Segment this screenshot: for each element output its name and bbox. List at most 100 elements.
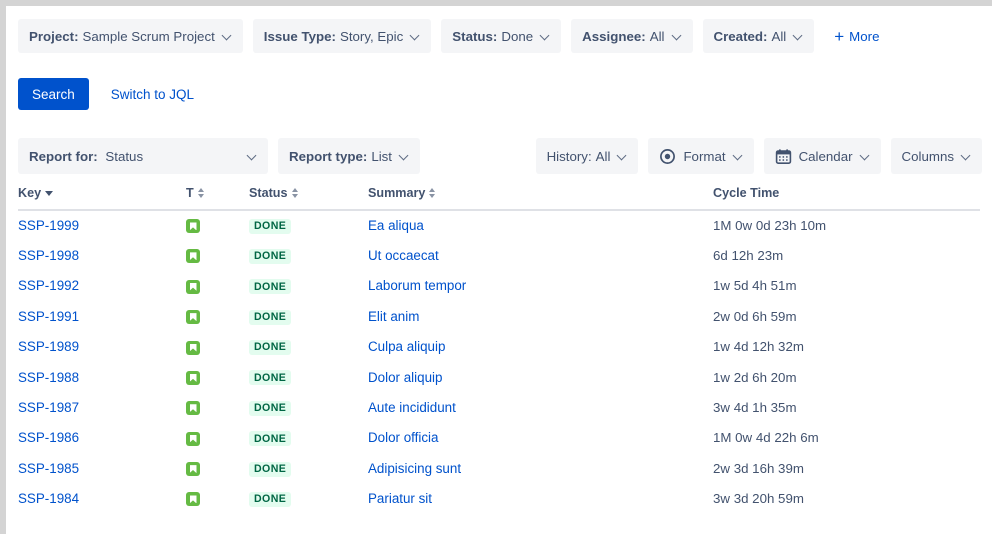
calendar-label: Calendar	[798, 148, 853, 164]
cell-type	[186, 271, 249, 301]
issue-summary-link[interactable]: Adipisicing sunt	[368, 461, 461, 476]
filter-project-label: Project:	[29, 28, 79, 44]
cell-summary: Elit anim	[368, 301, 713, 331]
cell-key: SSP-1985	[18, 453, 186, 483]
cell-summary: Pariatur sit	[368, 484, 713, 514]
issue-summary-link[interactable]: Ut occaecat	[368, 248, 439, 263]
cell-type	[186, 362, 249, 392]
status-badge: DONE	[249, 309, 292, 325]
issue-summary-link[interactable]: Laborum tempor	[368, 278, 466, 293]
story-icon	[186, 431, 200, 446]
cell-status: DONE	[249, 301, 368, 331]
filter-issue-type[interactable]: Issue Type: Story, Epic	[252, 19, 432, 53]
chevron-down-icon	[248, 152, 257, 161]
report-for-value: Status	[105, 148, 144, 164]
table-row: SSP-1999 DONE Ea aliqua 1M 0w 0d 23h 10m	[18, 210, 980, 240]
filter-assignee[interactable]: Assignee: All	[571, 19, 693, 53]
cell-status: DONE	[249, 423, 368, 453]
cell-cycle-time: 3w 4d 1h 35m	[713, 392, 980, 422]
calendar-dropdown[interactable]: Calendar	[763, 138, 881, 174]
column-header-type-label: T	[186, 186, 194, 200]
column-header-status[interactable]: Status	[249, 186, 368, 211]
filter-bar: Project: Sample Scrum Project Issue Type…	[6, 6, 992, 53]
issue-key-link[interactable]: SSP-1988	[18, 370, 79, 385]
column-header-cycle-time-label: Cycle Time	[713, 186, 780, 200]
cell-cycle-time: 2w 0d 6h 59m	[713, 301, 980, 331]
cell-cycle-time: 2w 3d 16h 39m	[713, 453, 980, 483]
issue-key-link[interactable]: SSP-1985	[18, 461, 79, 476]
issue-key-link[interactable]: SSP-1987	[18, 400, 79, 415]
issue-summary-link[interactable]: Elit anim	[368, 309, 419, 324]
cell-type	[186, 453, 249, 483]
cycle-time-value: 2w 0d 6h 59m	[713, 308, 797, 324]
cell-cycle-time: 1M 0w 4d 22h 6m	[713, 423, 980, 453]
chevron-down-icon	[400, 152, 409, 161]
cell-cycle-time: 1w 5d 4h 51m	[713, 271, 980, 301]
more-filters-label: More	[849, 28, 880, 44]
issue-summary-link[interactable]: Dolor aliquip	[368, 370, 442, 385]
column-header-summary[interactable]: Summary	[368, 186, 713, 211]
issue-key-link[interactable]: SSP-1991	[18, 309, 79, 324]
filter-project[interactable]: Project: Sample Scrum Project	[18, 19, 243, 53]
story-icon	[186, 219, 200, 234]
cycle-time-value: 6d 12h 23m	[713, 248, 784, 264]
cell-key: SSP-1999	[18, 210, 186, 240]
switch-to-jql-link[interactable]: Switch to JQL	[111, 87, 194, 102]
filter-project-value: Sample Scrum Project	[82, 28, 215, 44]
cell-type	[186, 301, 249, 331]
cell-key: SSP-1986	[18, 423, 186, 453]
column-header-type[interactable]: T	[186, 186, 249, 211]
status-badge: DONE	[249, 431, 292, 447]
cell-summary: Culpa aliquip	[368, 332, 713, 362]
issue-key-link[interactable]: SSP-1992	[18, 278, 79, 293]
status-badge: DONE	[249, 279, 292, 295]
table-row: SSP-1991 DONE Elit anim 2w 0d 6h 59m	[18, 301, 980, 331]
table-row: SSP-1989 DONE Culpa aliquip 1w 4d 12h 32m	[18, 332, 980, 362]
table-body: SSP-1999 DONE Ea aliqua 1M 0w 0d 23h 10m SSP…	[18, 210, 980, 514]
columns-label: Columns	[901, 148, 954, 164]
column-header-cycle-time[interactable]: Cycle Time	[713, 186, 980, 211]
column-header-key[interactable]: Key	[18, 186, 186, 211]
search-button[interactable]: Search	[18, 78, 89, 110]
issue-key-link[interactable]: SSP-1989	[18, 339, 79, 354]
cell-summary: Dolor aliquip	[368, 362, 713, 392]
format-dropdown[interactable]: Format	[648, 138, 754, 174]
history-dropdown[interactable]: History: All	[535, 138, 639, 174]
table-row: SSP-1998 DONE Ut occaecat 6d 12h 23m	[18, 240, 980, 270]
search-actions-row: Search Switch to JQL	[6, 53, 992, 110]
cell-summary: Dolor officia	[368, 423, 713, 453]
cell-key: SSP-1988	[18, 362, 186, 392]
filter-created[interactable]: Created: All	[702, 19, 815, 53]
filter-issue-type-value: Story, Epic	[339, 28, 404, 44]
sort-icon	[197, 187, 206, 199]
issue-key-link[interactable]: SSP-1999	[18, 218, 79, 233]
report-type-dropdown[interactable]: Report type: List	[278, 138, 421, 174]
issue-key-link[interactable]: SSP-1986	[18, 430, 79, 445]
chevron-down-icon	[861, 152, 870, 161]
story-icon	[186, 401, 200, 416]
issue-summary-link[interactable]: Aute incididunt	[368, 400, 456, 415]
issue-key-link[interactable]: SSP-1998	[18, 248, 79, 263]
sort-icon	[428, 187, 437, 199]
issue-summary-link[interactable]: Dolor officia	[368, 430, 438, 445]
more-filters-button[interactable]: + More	[834, 28, 879, 45]
cell-type	[186, 210, 249, 240]
cell-summary: Ut occaecat	[368, 240, 713, 270]
column-header-key-label: Key	[18, 186, 42, 200]
report-for-dropdown[interactable]: Report for: Status	[18, 138, 268, 174]
columns-dropdown[interactable]: Columns	[890, 138, 982, 174]
issue-summary-link[interactable]: Ea aliqua	[368, 218, 424, 233]
chevron-down-icon	[734, 152, 743, 161]
cell-cycle-time: 6d 12h 23m	[713, 240, 980, 270]
chevron-down-icon	[794, 32, 803, 41]
issue-summary-link[interactable]: Culpa aliquip	[368, 339, 445, 354]
cell-status: DONE	[249, 332, 368, 362]
status-badge: DONE	[249, 339, 292, 356]
cell-summary: Laborum tempor	[368, 271, 713, 301]
filter-status[interactable]: Status: Done	[441, 19, 562, 53]
status-badge: DONE	[249, 461, 292, 477]
chevron-down-icon	[673, 32, 682, 41]
cell-summary: Ea aliqua	[368, 210, 713, 240]
issue-summary-link[interactable]: Pariatur sit	[368, 491, 432, 506]
issue-key-link[interactable]: SSP-1984	[18, 491, 79, 506]
